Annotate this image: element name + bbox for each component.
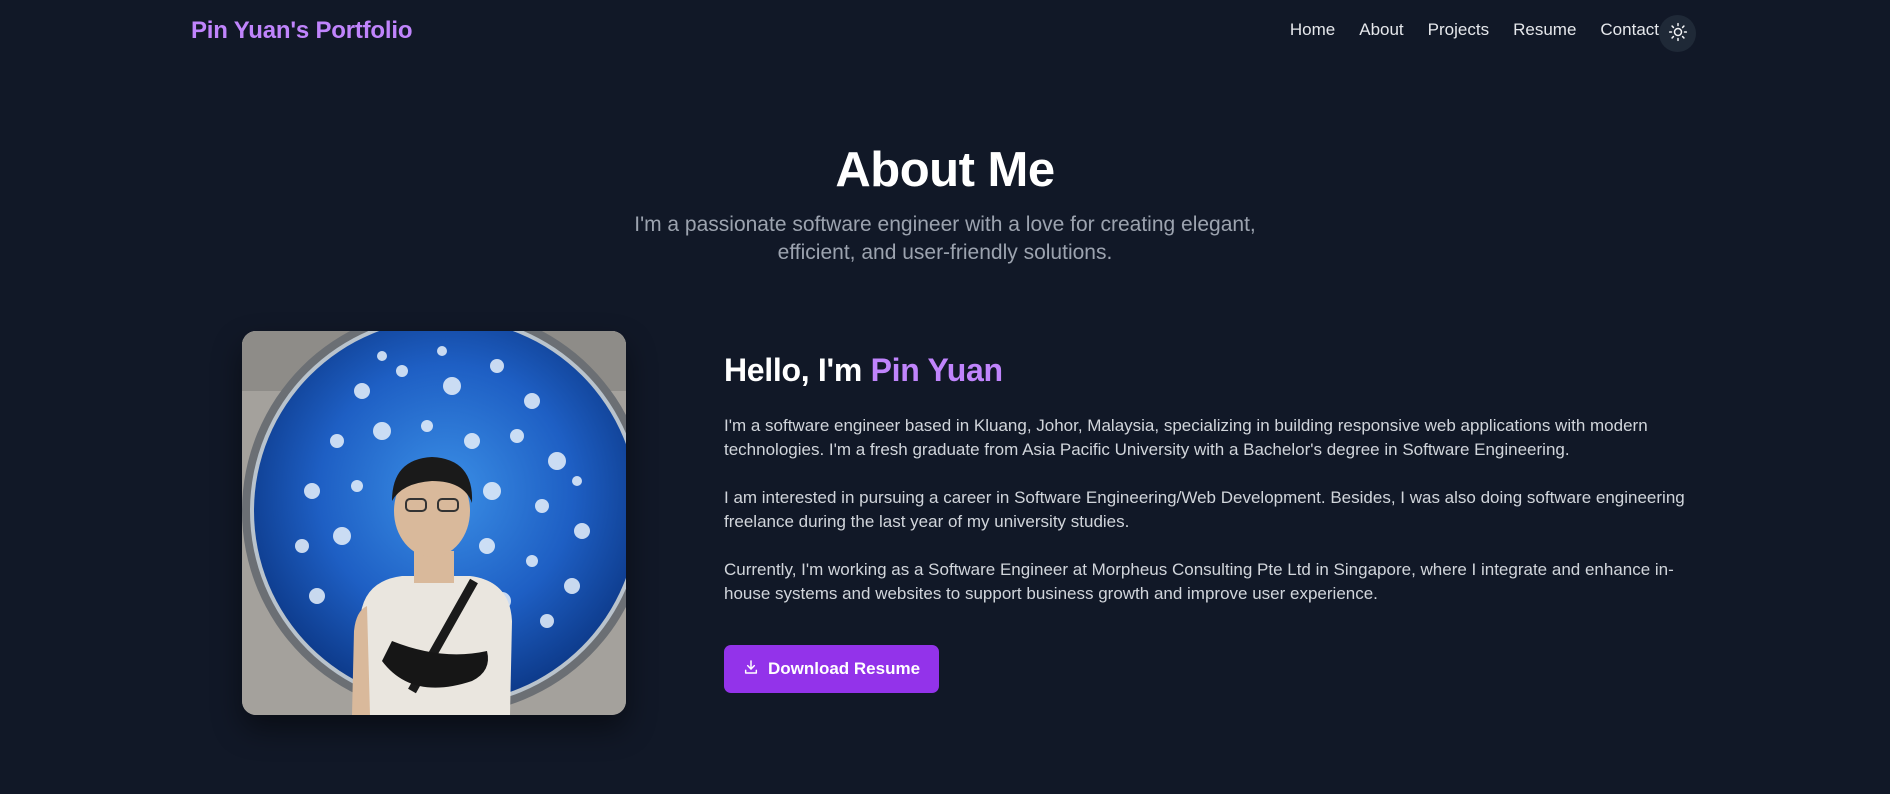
greeting-name: Pin Yuan bbox=[870, 352, 1003, 388]
bio-paragraph-1: I'm a software engineer based in Kluang,… bbox=[724, 416, 1648, 459]
download-icon bbox=[743, 659, 759, 680]
page-subtitle: I'm a passionate software engineer with … bbox=[634, 213, 1256, 264]
greeting-heading: Hello, I'm Pin Yuan bbox=[724, 352, 1003, 389]
download-label: Download Resume bbox=[767, 659, 921, 678]
nav-link-home[interactable]: Home bbox=[1290, 20, 1335, 40]
brand-logo-link[interactable]: Pin Yuan's Portfolio bbox=[191, 17, 412, 45]
nav-links: Home About Projects Resume Contact bbox=[1290, 20, 1659, 40]
page-title: About Me bbox=[835, 143, 1055, 197]
nav-link-about[interactable]: About bbox=[1359, 20, 1403, 40]
profile-photo bbox=[242, 331, 626, 715]
bio-paragraph-3: Currently, I'm working as a Software Eng… bbox=[724, 560, 1674, 603]
download-resume-button[interactable]: Download Resume bbox=[724, 645, 939, 693]
sun-icon bbox=[1668, 22, 1688, 45]
theme-toggle-button[interactable] bbox=[1659, 15, 1696, 52]
nav-link-projects[interactable]: Projects bbox=[1428, 20, 1489, 40]
nav-link-contact[interactable]: Contact bbox=[1600, 20, 1659, 40]
bio-paragraph-2: I am interested in pursuing a career in … bbox=[724, 488, 1685, 531]
navbar: Pin Yuan's Portfolio Home About Projects… bbox=[0, 0, 1890, 66]
nav-link-resume[interactable]: Resume bbox=[1513, 20, 1576, 40]
greeting-prefix: Hello, I'm bbox=[724, 352, 871, 388]
